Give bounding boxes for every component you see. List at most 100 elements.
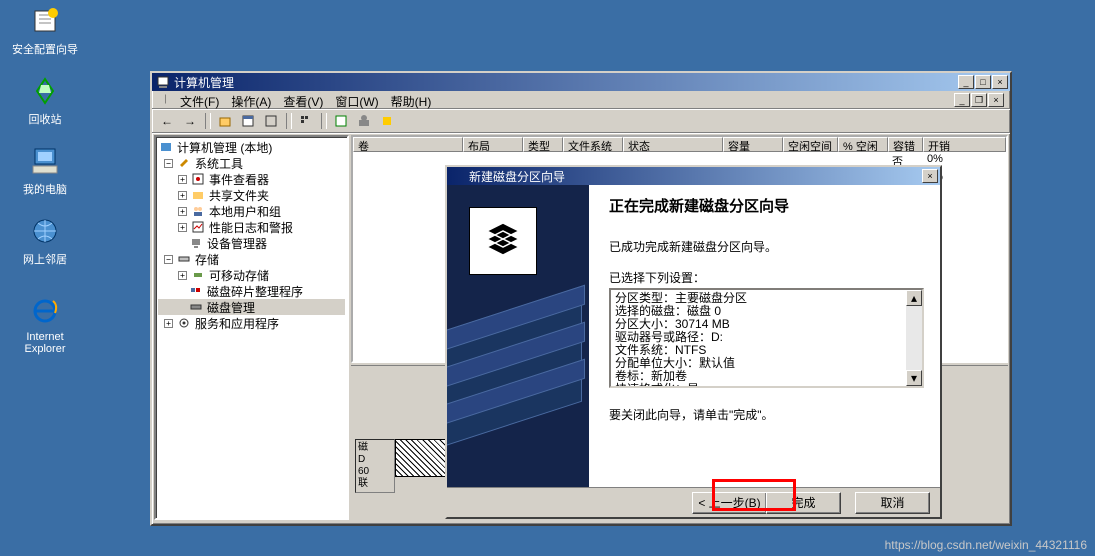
minimize-button[interactable]: _ (958, 75, 974, 89)
desktop-icon-computer[interactable]: 我的电脑 (10, 145, 80, 197)
toolbar-button-2[interactable] (295, 111, 317, 131)
new-partition-wizard: 新建磁盘分区向导 × 正在完成新建磁盘分区向导 已成功完成新建磁盘分区向导。 已… (445, 165, 942, 519)
expand-icon[interactable]: + (178, 271, 187, 280)
wizard-title: 新建磁盘分区向导 (469, 168, 565, 185)
tools-icon (176, 156, 192, 170)
back-button[interactable]: ← (156, 111, 178, 131)
separator (286, 113, 292, 129)
event-icon (190, 172, 206, 186)
close-button[interactable]: × (992, 75, 1008, 89)
desktop-icon-wizard[interactable]: 安全配置向导 (10, 5, 80, 57)
col-tolerance[interactable]: 容错 (888, 137, 923, 152)
menu-file[interactable]: 文件(F) (174, 93, 225, 106)
mdi-restore[interactable]: ❐ (971, 93, 987, 107)
col-overhead[interactable]: 开销 (923, 137, 1006, 152)
scroll-down-button[interactable]: ▾ (906, 370, 922, 386)
expand-icon[interactable]: + (164, 319, 173, 328)
mdi-minimize[interactable]: _ (954, 93, 970, 107)
tree-root[interactable]: 计算机管理 (本地) (158, 139, 345, 155)
expand-icon[interactable]: + (178, 191, 187, 200)
menu-help[interactable]: 帮助(H) (385, 93, 438, 106)
desktop-label: 网上邻居 (10, 251, 80, 267)
mmc-title: 计算机管理 (174, 74, 234, 91)
ie-icon (29, 295, 61, 327)
separator (205, 113, 211, 129)
col-fs[interactable]: 文件系统 (563, 137, 623, 152)
scrollbar[interactable]: ▴ ▾ (906, 290, 922, 386)
col-capacity[interactable]: 容量 (723, 137, 783, 152)
expand-icon[interactable]: + (178, 207, 187, 216)
col-pct-free[interactable]: % 空闲 (838, 137, 888, 152)
doc-icon (158, 93, 172, 107)
desktop-label: 回收站 (10, 111, 80, 127)
cancel-button[interactable]: 取消 (855, 492, 930, 514)
wizard-heading: 正在完成新建磁盘分区向导 (609, 195, 924, 216)
toolbar-button-1[interactable] (260, 111, 282, 131)
storage-icon (176, 252, 192, 266)
tree-defrag[interactable]: 磁盘碎片整理程序 (158, 283, 345, 299)
computer-icon (29, 145, 61, 177)
tree-event-viewer[interactable]: +事件查看器 (158, 171, 345, 187)
maximize-button[interactable]: □ (975, 75, 991, 89)
properties-button[interactable] (237, 111, 259, 131)
col-status[interactable]: 状态 (623, 137, 723, 152)
mmc-titlebar[interactable]: 计算机管理 _ □ × (152, 73, 1010, 91)
tree-removable[interactable]: +可移动存储 (158, 267, 345, 283)
expand-icon[interactable]: + (178, 223, 187, 232)
menu-window[interactable]: 窗口(W) (329, 93, 384, 106)
desktop-icon-recycle[interactable]: 回收站 (10, 75, 80, 127)
folder-icon (190, 188, 206, 202)
wizard-icon (29, 5, 61, 37)
back-button[interactable]: < 上一步(B) (692, 492, 767, 514)
col-volume[interactable]: 卷 (353, 137, 463, 152)
mdi-close[interactable]: × (988, 93, 1004, 107)
device-icon (188, 236, 204, 250)
mgmt-icon (158, 140, 174, 154)
col-layout[interactable]: 布局 (463, 137, 523, 152)
refresh-button[interactable] (330, 111, 352, 131)
wizard-close-text: 要关闭此向导，请单击"完成"。 (609, 406, 924, 423)
settings-summary[interactable]: 分区类型：主要磁盘分区 选择的磁盘：磁盘 0 分区大小：30714 MB 驱动器… (609, 288, 924, 388)
tree-device-mgr[interactable]: 设备管理器 (158, 235, 345, 251)
tree-storage[interactable]: −存储 (158, 251, 345, 267)
tree-perf-logs[interactable]: +性能日志和警报 (158, 219, 345, 235)
settings-button[interactable] (353, 111, 375, 131)
help-button[interactable] (376, 111, 398, 131)
menu-action[interactable]: 操作(A) (225, 93, 277, 106)
desktop-label: 安全配置向导 (10, 41, 80, 57)
desktop-icon-ie[interactable]: Internet Explorer (10, 295, 80, 355)
tree-panel[interactable]: 计算机管理 (本地) −系统工具 +事件查看器 +共享文件夹 +本地用户和组 +… (154, 135, 349, 520)
wizard-button-bar: < 上一步(B) 完成 取消 (447, 487, 940, 517)
tree-local-users[interactable]: +本地用户和组 (158, 203, 345, 219)
tree-system-tools[interactable]: −系统工具 (158, 155, 345, 171)
scroll-up-button[interactable]: ▴ (906, 290, 922, 306)
disk-icon (188, 300, 204, 314)
menu-view[interactable]: 查看(V) (277, 93, 329, 106)
tree-services[interactable]: +服务和应用程序 (158, 315, 345, 331)
recycle-icon (29, 75, 61, 107)
scrollbar-track[interactable] (906, 306, 922, 370)
col-type[interactable]: 类型 (523, 137, 563, 152)
collapse-icon[interactable]: − (164, 159, 173, 168)
perf-icon (190, 220, 206, 234)
tree-shared-folders[interactable]: +共享文件夹 (158, 187, 345, 203)
expand-icon[interactable]: + (178, 175, 187, 184)
col-free[interactable]: 空闲空间 (783, 137, 838, 152)
services-icon (176, 316, 192, 330)
wizard-titlebar[interactable]: 新建磁盘分区向导 × (447, 167, 940, 185)
wizard-sidebar-graphic (447, 185, 589, 487)
forward-button[interactable]: → (179, 111, 201, 131)
defrag-icon (188, 284, 204, 298)
removable-icon (190, 268, 206, 282)
tree-disk-mgmt[interactable]: 磁盘管理 (158, 299, 345, 315)
up-button[interactable] (214, 111, 236, 131)
summary-line: 快速格式化：是 (615, 383, 918, 388)
finish-button[interactable]: 完成 (766, 492, 841, 514)
disk-stack-graphic (447, 315, 582, 426)
desktop-icon-network[interactable]: 网上邻居 (10, 215, 80, 267)
desktop-label: 我的电脑 (10, 181, 80, 197)
wizard-close-button[interactable]: × (922, 169, 938, 183)
collapse-icon[interactable]: − (164, 255, 173, 264)
users-icon (190, 204, 206, 218)
watermark: https://blog.csdn.net/weixin_44321116 (885, 538, 1087, 552)
